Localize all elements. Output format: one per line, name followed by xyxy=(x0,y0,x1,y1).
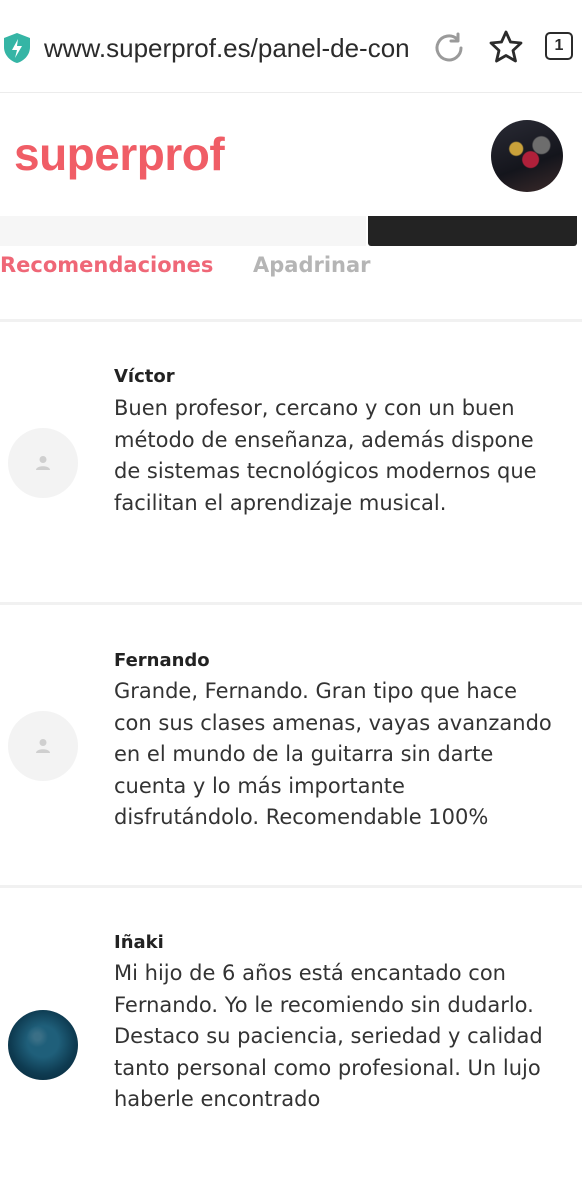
superprof-logo[interactable]: superprof xyxy=(14,128,225,180)
tabs-icon[interactable]: 1 xyxy=(545,32,573,60)
default-user-icon xyxy=(36,456,50,470)
divider xyxy=(0,319,582,322)
reviewer-avatar xyxy=(8,1010,78,1080)
user-avatar[interactable] xyxy=(491,120,563,192)
review-text: Buen profesor, cercano y con un buen mét… xyxy=(114,396,537,515)
browser-address-bar: www.superprof.es/panel-de-control 1 xyxy=(0,0,582,93)
star-icon[interactable] xyxy=(487,28,525,66)
review-text: Grande, Fernando. Gran tipo que hace con… xyxy=(114,679,552,829)
reload-icon[interactable] xyxy=(431,30,467,66)
default-user-icon xyxy=(36,739,50,753)
divider xyxy=(0,602,582,605)
reviewer-avatar xyxy=(8,428,78,498)
reviewer-avatar xyxy=(8,711,78,781)
reviewer-name: Fernando xyxy=(114,650,210,671)
partially-hidden-button[interactable] xyxy=(368,216,577,246)
shield-icon[interactable] xyxy=(2,32,32,64)
reviewer-name: Iñaki xyxy=(114,932,164,953)
partially-hidden-bar xyxy=(0,216,366,246)
tab-recomendaciones[interactable]: Recomendaciones xyxy=(0,250,213,280)
divider xyxy=(0,885,582,888)
review-text: Mi hijo de 6 años está encantado con Fer… xyxy=(114,961,543,1111)
tab-apadrinar[interactable]: Apadrinar xyxy=(253,250,371,280)
url-field[interactable]: www.superprof.es/panel-de-control xyxy=(44,30,410,66)
reviewer-name: Víctor xyxy=(114,366,175,387)
